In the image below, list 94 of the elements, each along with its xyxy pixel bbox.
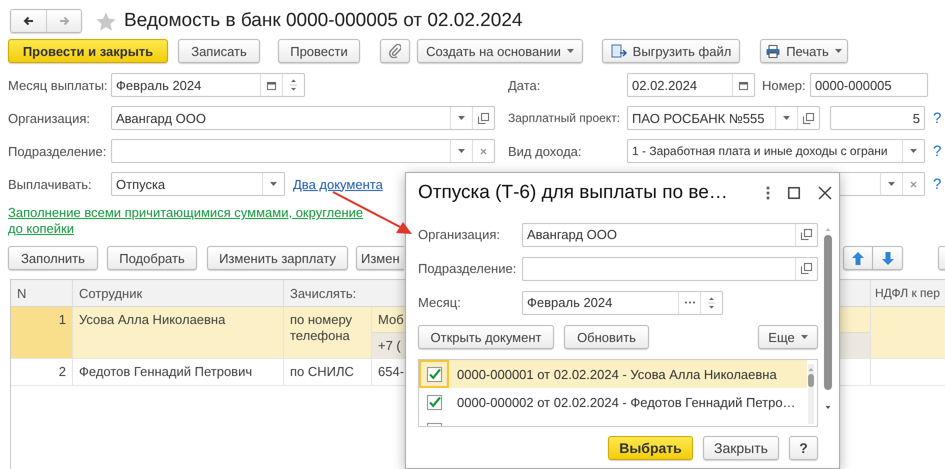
post-and-close-button[interactable]: Провести и закрыть (8, 39, 168, 63)
attach-button[interactable] (380, 39, 410, 63)
field-label: Номер: (762, 78, 807, 92)
dropdown-icon[interactable] (888, 182, 895, 186)
checkbox[interactable] (426, 366, 442, 382)
upload-file-button[interactable]: Выгрузить файл (602, 39, 740, 63)
account-cell: Моб (378, 312, 404, 327)
column-header: НДФЛ к пер (871, 280, 945, 306)
checkbox[interactable] (426, 394, 442, 410)
toolbar-button[interactable]: Записать (178, 39, 260, 63)
credit-method-cell: по СНИЛС (284, 359, 372, 385)
reference-field[interactable]: Авангард ООО (522, 222, 818, 246)
table-button[interactable]: Измен (356, 246, 404, 270)
help-button[interactable]: ? (789, 436, 818, 460)
pay-by-field[interactable]: Отпуска (111, 172, 285, 196)
column-header: N (11, 280, 73, 306)
department-field[interactable] (111, 139, 495, 163)
employee-cell: Усова Алла Николаевна (73, 307, 284, 358)
clear-icon[interactable] (910, 180, 917, 188)
dropdown-icon[interactable] (458, 149, 465, 153)
dropdown-icon[interactable] (783, 116, 790, 120)
move-down-button[interactable] (873, 246, 903, 270)
dropdown-icon[interactable] (800, 335, 808, 339)
help-link[interactable]: ? (933, 176, 942, 192)
print-button[interactable]: Печать (760, 39, 848, 63)
move-up-button[interactable] (843, 246, 873, 270)
organization-field[interactable]: Авангард ООО (111, 106, 495, 130)
calendar-icon[interactable] (739, 80, 748, 90)
fill-mode-link[interactable]: Заполнение всеми причитающимися суммами, округление до копейки (8, 205, 380, 237)
field-label: Подразделение: (418, 261, 518, 276)
row-number: 1 (11, 307, 73, 358)
document-item[interactable]: 0000-000002 от 02.02.2024 - Федотов Геннадий Петро… (419, 388, 807, 416)
dialog-button[interactable]: Открыть документ (418, 325, 554, 349)
more-menu-button[interactable]: Еще (758, 325, 818, 349)
create-based-on-button[interactable]: Создать на основании (417, 39, 583, 63)
field-label: Подразделение: (8, 144, 108, 158)
document-arrow-icon (610, 44, 627, 58)
help-link[interactable]: ? (933, 110, 942, 126)
open-icon[interactable] (801, 263, 812, 274)
dropdown-icon[interactable] (834, 49, 842, 53)
printer-icon (766, 44, 780, 58)
field-label: Организация: (8, 110, 92, 126)
dropdown-icon[interactable] (270, 182, 277, 186)
calendar-icon[interactable] (267, 80, 276, 90)
close-button[interactable]: Закрыть (703, 436, 779, 460)
table-button[interactable]: Подобрать (107, 246, 197, 270)
back-arrow-icon (22, 15, 34, 27)
select-button[interactable]: Выбрать (608, 436, 693, 460)
down-arrow-icon (882, 252, 894, 264)
open-icon[interactable] (801, 229, 812, 240)
date-field[interactable]: 02.02.2024 (627, 73, 755, 97)
help-link[interactable]: ? (933, 142, 942, 160)
dropdown-icon[interactable] (458, 116, 465, 120)
dropdown-icon[interactable] (566, 49, 574, 53)
field-label: Месяц выплаты: (8, 78, 109, 92)
list-scrollbar[interactable] (807, 364, 815, 424)
forward-arrow-icon (58, 15, 70, 27)
open-icon[interactable] (803, 112, 814, 124)
account-cell: +7 ( (378, 338, 401, 353)
employee-cell: Федотов Геннадий Петрович (73, 359, 284, 385)
maximize-icon[interactable] (788, 187, 800, 199)
field-label: Вид дохода: (508, 144, 583, 158)
count-field[interactable]: 5 (830, 106, 925, 130)
dropdown-icon[interactable] (910, 149, 917, 153)
toolbar-button[interactable]: Провести (278, 39, 360, 63)
number-field[interactable]: 0000-000005 (810, 73, 928, 97)
document-item[interactable]: 0000-000001 от 02.02.2024 - Усова Алла Николаевна (419, 360, 807, 388)
ellipsis-icon[interactable] (684, 301, 696, 304)
row-number: 2 (11, 359, 73, 385)
window-title: Ведомость в банк 0000-000005 от 02.02.2024 (124, 10, 522, 32)
back-button[interactable] (11, 10, 46, 32)
account-cell: 654- (378, 364, 404, 379)
close-icon[interactable] (818, 186, 832, 200)
month-field[interactable]: Февраль 2024 (111, 73, 305, 97)
dialog-button[interactable]: Обновить (564, 325, 649, 349)
favorite-star-icon[interactable] (96, 12, 116, 30)
field-label: Дата: (508, 78, 542, 92)
field-label: Организация: (418, 227, 502, 242)
column-header: Сотрудник (73, 280, 284, 306)
reference-field[interactable] (522, 256, 818, 280)
documents-link[interactable]: Два документа (293, 176, 383, 192)
table-button[interactable]: Заполнить (8, 246, 98, 270)
month-field[interactable]: Февраль 2024 (522, 290, 723, 314)
dialog-title: Отпуска (Т-6) для выплаты по ве… (418, 182, 729, 204)
field-label: Выплачивать: (8, 176, 93, 192)
more-actions-icon[interactable] (766, 186, 770, 200)
income-type-field[interactable]: 1 - Заработная плата и иные доходы с ограни (627, 139, 925, 163)
field-label: Зарплатный проект: (508, 111, 622, 125)
up-arrow-icon (852, 252, 864, 264)
salary-project-field[interactable]: ПАО РОСБАНК №555 (627, 106, 820, 130)
table-button[interactable]: Изменить зарплату (207, 246, 348, 270)
paperclip-icon (389, 44, 401, 58)
clear-icon[interactable] (480, 148, 487, 154)
open-icon[interactable] (478, 112, 489, 124)
